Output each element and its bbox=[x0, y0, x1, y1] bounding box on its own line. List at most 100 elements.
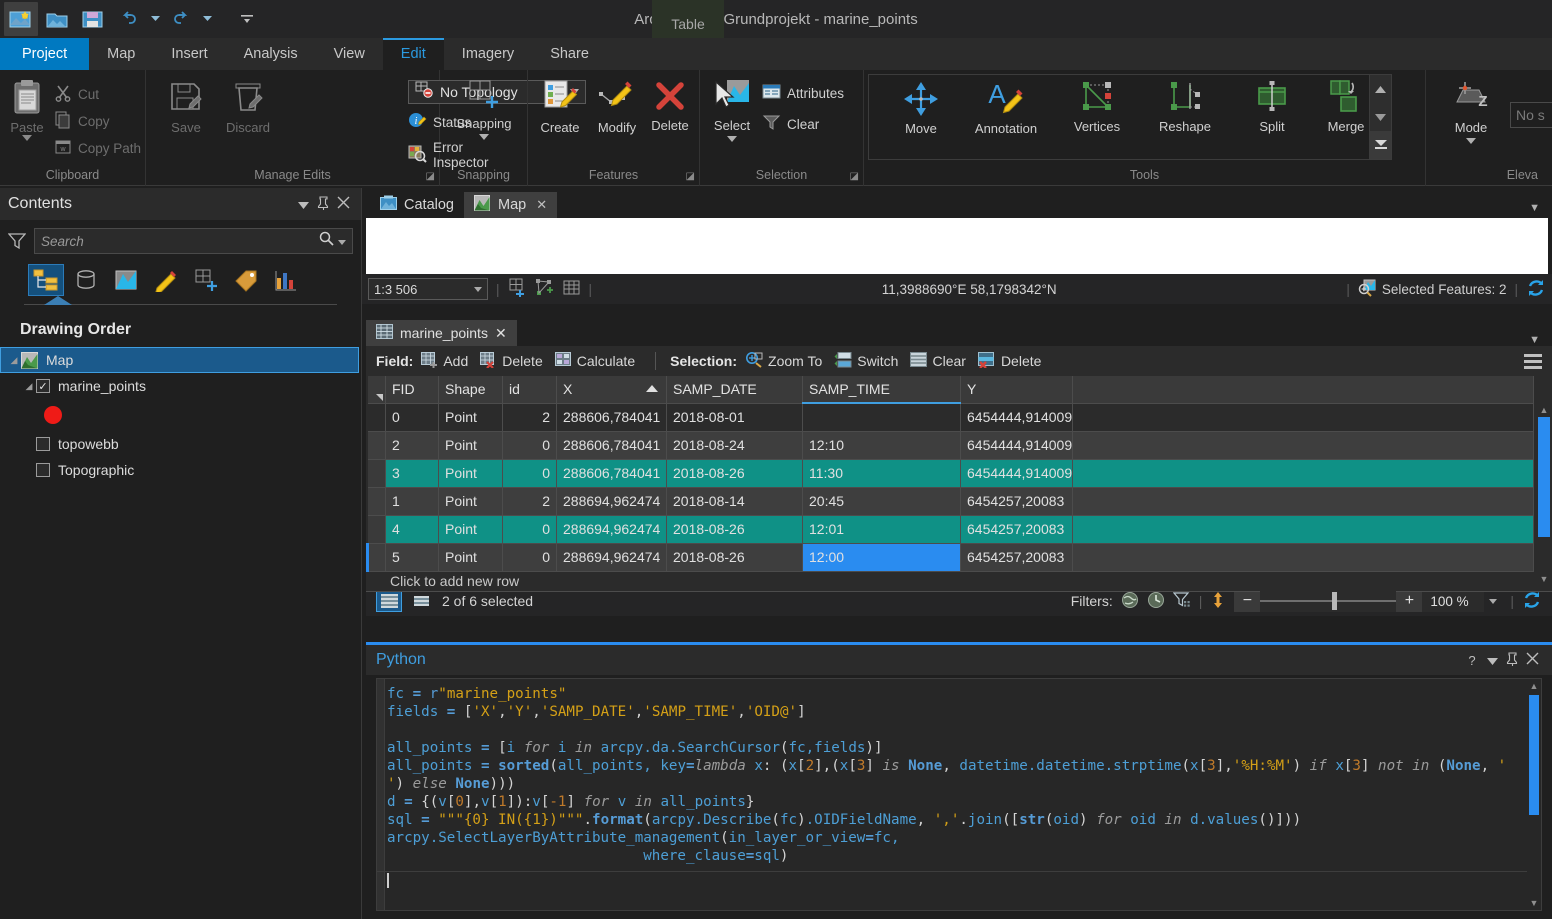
cell-samp-time[interactable] bbox=[802, 403, 961, 432]
cell-y[interactable]: 6454257,20083 bbox=[960, 543, 1073, 572]
delete-features-button[interactable]: Delete bbox=[644, 78, 696, 133]
layer-visibility-checkbox[interactable] bbox=[36, 463, 50, 477]
map-extent-filter-icon[interactable] bbox=[1121, 591, 1139, 612]
col-header-id[interactable]: id bbox=[502, 376, 557, 404]
scrollbar-thumb[interactable] bbox=[1529, 695, 1539, 815]
new-project-icon[interactable] bbox=[4, 2, 38, 36]
tab-view[interactable]: View bbox=[316, 38, 383, 70]
table-options-menu-icon[interactable] bbox=[1524, 353, 1542, 369]
table-row[interactable]: 4 Point 0 288694,962474 2018-08-26 12:01… bbox=[367, 515, 1534, 544]
edit-vertices-icon[interactable] bbox=[535, 278, 554, 300]
select-all-corner[interactable] bbox=[367, 376, 386, 404]
tool-annotation[interactable]: A Annotation bbox=[959, 79, 1053, 136]
cut-button[interactable]: Cut bbox=[54, 84, 99, 105]
cell-samp-date[interactable]: 2018-08-26 bbox=[666, 459, 803, 488]
redo-icon[interactable] bbox=[164, 2, 198, 36]
tool-reshape[interactable]: Reshape bbox=[1141, 79, 1229, 134]
cell-x[interactable]: 288606,784041 bbox=[556, 403, 667, 432]
python-input-cursor[interactable] bbox=[387, 873, 389, 888]
table-vertical-scrollbar[interactable]: ▲ ▼ bbox=[1536, 403, 1552, 586]
close-icon[interactable]: ✕ bbox=[536, 197, 547, 213]
toc-item-topographic[interactable]: Topographic bbox=[0, 457, 361, 483]
cell-x[interactable]: 288606,784041 bbox=[556, 459, 667, 488]
search-options-icon[interactable] bbox=[338, 232, 346, 250]
col-header-samp-date[interactable]: SAMP_DATE bbox=[666, 376, 803, 404]
zoom-in-button[interactable]: + bbox=[1396, 590, 1423, 612]
scroll-down-icon[interactable]: ▼ bbox=[1536, 572, 1552, 586]
python-code-block[interactable]: fc = r"marine_points" fields = ['X','Y',… bbox=[387, 685, 1523, 865]
discard-edits-button[interactable]: Discard bbox=[216, 78, 280, 135]
customize-quick-access-icon[interactable] bbox=[230, 2, 264, 36]
zoom-percent-value[interactable]: 100 % bbox=[1422, 590, 1485, 612]
cell-fid[interactable]: 0 bbox=[385, 403, 439, 432]
row-selector[interactable] bbox=[367, 459, 386, 488]
col-header-blank[interactable] bbox=[1072, 376, 1534, 404]
cell-id[interactable]: 0 bbox=[502, 431, 557, 460]
cell-id[interactable]: 2 bbox=[502, 487, 557, 516]
view-tab-catalog[interactable]: Catalog bbox=[370, 192, 464, 218]
tab-imagery[interactable]: Imagery bbox=[444, 38, 532, 70]
zoom-track[interactable] bbox=[1260, 590, 1397, 612]
move-selection-to-top-icon[interactable] bbox=[1210, 591, 1226, 612]
cell-y[interactable]: 6454444,914009 bbox=[960, 403, 1073, 432]
help-icon[interactable]: ? bbox=[1462, 653, 1482, 668]
filter-funnel-icon[interactable] bbox=[7, 232, 27, 250]
expand-triangle-icon[interactable]: ◢ bbox=[22, 381, 36, 392]
snapping-button[interactable]: Snapping bbox=[444, 78, 524, 140]
python-console-body[interactable]: fc = r"marine_points" fields = ['X','Y',… bbox=[376, 678, 1542, 911]
selection-clear-button[interactable]: Clear bbox=[910, 352, 966, 370]
cell-shape[interactable]: Point bbox=[438, 403, 503, 432]
cell-samp-date[interactable]: 2018-08-14 bbox=[666, 487, 803, 516]
pin-icon[interactable] bbox=[1502, 651, 1522, 669]
list-by-selection-icon[interactable] bbox=[108, 264, 144, 296]
open-project-icon[interactable] bbox=[40, 2, 74, 36]
toc-item-map[interactable]: ◢ Map bbox=[0, 347, 359, 373]
cell-fid[interactable]: 2 bbox=[385, 431, 439, 460]
row-selector[interactable] bbox=[367, 403, 386, 432]
cell-y[interactable]: 6454444,914009 bbox=[960, 431, 1073, 460]
tab-insert[interactable]: Insert bbox=[153, 38, 225, 70]
contents-splitter[interactable] bbox=[24, 296, 337, 305]
col-header-x[interactable]: X bbox=[556, 376, 667, 404]
attributes-button[interactable]: Attributes bbox=[762, 84, 844, 103]
copy-button[interactable]: Copy bbox=[54, 111, 110, 132]
view-tabs-overflow-icon[interactable]: ▼ bbox=[1529, 202, 1552, 218]
list-by-editing-icon[interactable] bbox=[148, 264, 184, 296]
related-records-view-button[interactable] bbox=[408, 590, 434, 612]
cell-shape[interactable]: Point bbox=[438, 487, 503, 516]
tool-vertices[interactable]: Vertices bbox=[1055, 79, 1139, 134]
zoom-thumb[interactable] bbox=[1332, 592, 1338, 610]
cell-x[interactable]: 288694,962474 bbox=[556, 543, 667, 572]
select-button[interactable]: Select bbox=[704, 78, 760, 142]
cell-samp-time[interactable]: 12:01 bbox=[802, 515, 961, 544]
cell-fid[interactable]: 3 bbox=[385, 459, 439, 488]
cell-y[interactable]: 6454257,20083 bbox=[960, 487, 1073, 516]
cell-y[interactable]: 6454257,20083 bbox=[960, 515, 1073, 544]
close-icon[interactable]: ✕ bbox=[495, 325, 507, 342]
tool-move[interactable]: Move bbox=[885, 79, 957, 136]
cell-shape[interactable]: Point bbox=[438, 431, 503, 460]
table-row[interactable]: 2 Point 0 288606,784041 2018-08-24 12:10… bbox=[367, 431, 1534, 460]
toc-item-marine-points[interactable]: ◢ ✓ marine_points bbox=[0, 373, 361, 399]
toc-symbol-marine-points[interactable] bbox=[0, 399, 361, 431]
scroll-up-icon[interactable]: ▲ bbox=[1527, 679, 1541, 693]
show-grid-icon[interactable] bbox=[562, 278, 581, 300]
scrollbar-thumb[interactable] bbox=[1538, 417, 1550, 537]
scroll-down-icon[interactable]: ▼ bbox=[1527, 896, 1541, 910]
features-dialog-launcher[interactable]: ◪ bbox=[686, 171, 695, 182]
elevation-mode-button[interactable]: Z Mode bbox=[1440, 78, 1502, 144]
cell-fid[interactable]: 1 bbox=[385, 487, 439, 516]
cell-samp-date[interactable]: 2018-08-26 bbox=[666, 543, 803, 572]
layer-visibility-checkbox[interactable] bbox=[36, 437, 50, 451]
cell-x[interactable]: 288694,962474 bbox=[556, 487, 667, 516]
gallery-expand-icon[interactable] bbox=[1370, 131, 1391, 159]
zoom-out-button[interactable]: − bbox=[1234, 590, 1261, 612]
save-edits-button[interactable]: Save bbox=[160, 78, 212, 135]
table-tab-marine-points[interactable]: marine_points ✕ bbox=[366, 320, 517, 346]
redo-dropdown-icon[interactable] bbox=[200, 2, 214, 36]
expand-triangle-icon[interactable]: ◢ bbox=[7, 355, 21, 366]
cell-x[interactable]: 288606,784041 bbox=[556, 431, 667, 460]
row-selector[interactable] bbox=[366, 543, 386, 572]
gallery-down-icon[interactable] bbox=[1370, 103, 1391, 131]
table-row[interactable]: 5 Point 0 288694,962474 2018-08-26 12:00… bbox=[366, 543, 1534, 572]
